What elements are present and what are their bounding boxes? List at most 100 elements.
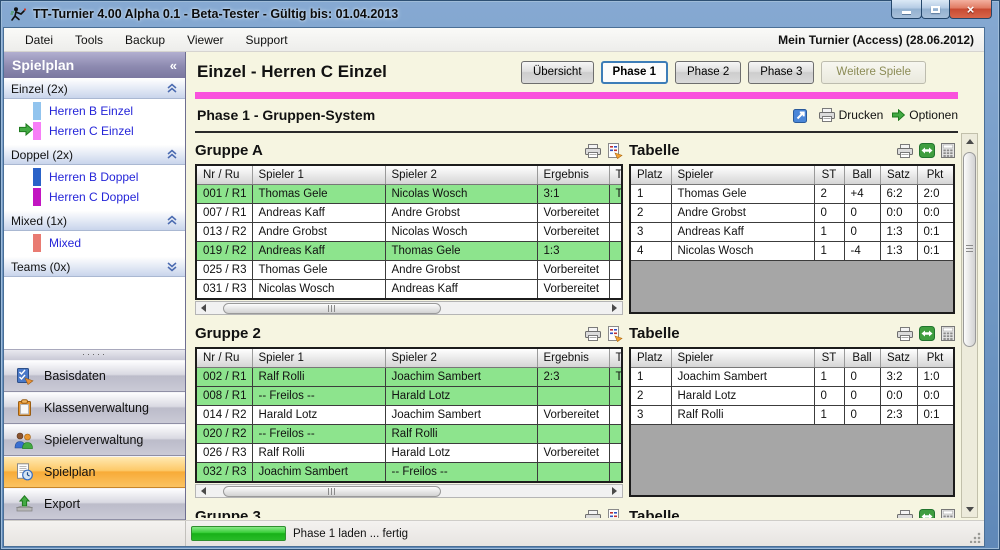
- sidebar-splitter[interactable]: ·····: [4, 349, 185, 360]
- sidebar-item-herren-b-doppel[interactable]: Herren B Doppel: [4, 167, 185, 187]
- match-cell: Thomas Gele: [385, 241, 537, 260]
- standings-row[interactable]: 4Nicolas Wosch1-41:30:1: [631, 241, 953, 260]
- options-button[interactable]: Optionen: [892, 108, 958, 122]
- calculator-icon[interactable]: [941, 509, 955, 518]
- standings-row[interactable]: 1Thomas Gele2+46:22:0: [631, 184, 953, 203]
- swap-icon[interactable]: [919, 326, 935, 341]
- column-header: Ball: [844, 166, 880, 184]
- standings-table: PlatzSpielerSTBallSatzPkt1Joachim Samber…: [631, 349, 954, 425]
- menu-item-backup[interactable]: Backup: [114, 30, 176, 50]
- scroll-right-icon[interactable]: [607, 302, 622, 314]
- match-row[interactable]: 014 / R2Harald LotzJoachim SambertVorber…: [197, 405, 623, 424]
- sidebar-section-doppel[interactable]: Doppel (2x): [4, 144, 185, 165]
- menu-item-viewer[interactable]: Viewer: [176, 30, 234, 50]
- match-row[interactable]: 013 / R2Andre GrobstNicolas WoschVorbere…: [197, 222, 623, 241]
- nav-button-basisdaten[interactable]: Basisdaten: [4, 360, 185, 392]
- horizontal-scrollbar[interactable]: [195, 484, 623, 498]
- swap-icon[interactable]: [919, 143, 935, 158]
- nav-button-klassenverwaltung[interactable]: Klassenverwaltung: [4, 392, 185, 424]
- sidebar-collapse-icon[interactable]: «: [170, 58, 177, 73]
- match-row[interactable]: 032 / R3Joachim Sambert-- Freilos --: [197, 462, 623, 481]
- nav-button-spielerverwaltung[interactable]: Spielerverwaltung: [4, 424, 185, 456]
- chevron-double-up-icon[interactable]: [166, 83, 178, 94]
- match-cell: Vorbereitet: [537, 279, 609, 298]
- minimize-button[interactable]: [891, 0, 922, 19]
- sidebar-section-teams[interactable]: Teams (0x): [4, 256, 185, 277]
- sidebar-item-mixed[interactable]: Mixed: [4, 233, 185, 253]
- print-button[interactable]: Drucken: [819, 108, 884, 122]
- menu-item-datei[interactable]: Datei: [14, 30, 64, 50]
- printer-icon[interactable]: [585, 510, 601, 519]
- chevron-double-down-icon[interactable]: [166, 261, 178, 272]
- enter-result-icon[interactable]: [607, 143, 623, 159]
- vertical-scrollbar[interactable]: [961, 133, 978, 518]
- match-row[interactable]: 026 / R3Ralf RolliHarald LotzVorbereitet: [197, 443, 623, 462]
- sidebar-header: Spielplan «: [4, 52, 185, 78]
- match-row[interactable]: 020 / R2-- Freilos --Ralf Rolli: [197, 424, 623, 443]
- match-cell: [609, 424, 623, 443]
- calculator-icon[interactable]: [941, 143, 955, 158]
- standings-cell: 0: [844, 405, 880, 424]
- match-cell: Ti: [609, 367, 623, 386]
- menu-item-tools[interactable]: Tools: [64, 30, 114, 50]
- standings-row[interactable]: 3Ralf Rolli102:30:1: [631, 405, 953, 424]
- tab-phase-1[interactable]: Phase 1: [601, 61, 668, 84]
- horizontal-scroll-thumb[interactable]: [223, 303, 441, 314]
- match-row[interactable]: 019 / R2Andreas KaffThomas Gele1:3: [197, 241, 623, 260]
- tab-weitere-spiele[interactable]: Weitere Spiele: [821, 61, 926, 84]
- standings-row[interactable]: 3Andreas Kaff101:30:1: [631, 222, 953, 241]
- standings-row[interactable]: 1Joachim Sambert103:21:0: [631, 367, 953, 386]
- nav-button-export[interactable]: Export: [4, 488, 185, 520]
- printer-icon[interactable]: [897, 144, 913, 158]
- status-message: Phase 1 laden ... fertig: [293, 528, 408, 540]
- match-cell: 020 / R2: [197, 424, 252, 443]
- horizontal-scrollbar[interactable]: [195, 301, 623, 315]
- printer-icon[interactable]: [897, 510, 913, 519]
- match-row[interactable]: 002 / R1Ralf RolliJoachim Sambert2:3Ti: [197, 367, 623, 386]
- horizontal-scroll-thumb[interactable]: [223, 486, 441, 497]
- vertical-scroll-thumb[interactable]: [963, 152, 976, 347]
- standings-cell: Harald Lotz: [671, 386, 814, 405]
- menu-item-support[interactable]: Support: [235, 30, 299, 50]
- tab-phase-3[interactable]: Phase 3: [748, 61, 814, 84]
- chevron-double-up-icon[interactable]: [166, 149, 178, 160]
- sidebar-item-herren-c-einzel[interactable]: Herren C Einzel: [4, 121, 185, 141]
- printer-icon[interactable]: [585, 144, 601, 158]
- match-row[interactable]: 031 / R3Nicolas WoschAndreas KaffVorbere…: [197, 279, 623, 298]
- chevron-double-up-icon[interactable]: [166, 215, 178, 226]
- standings-row[interactable]: 2Harald Lotz000:00:0: [631, 386, 953, 405]
- export-icon: [14, 495, 34, 513]
- scroll-left-icon[interactable]: [196, 302, 211, 314]
- match-cell: Andre Grobst: [252, 222, 385, 241]
- match-row[interactable]: 008 / R1-- Freilos --Harald Lotz: [197, 386, 623, 405]
- match-row[interactable]: 007 / R1Andreas KaffAndre GrobstVorberei…: [197, 203, 623, 222]
- printer-icon[interactable]: [585, 327, 601, 341]
- match-row[interactable]: 025 / R3Thomas GeleAndre GrobstVorbereit…: [197, 260, 623, 279]
- sidebar-section-einzel[interactable]: Einzel (2x): [4, 78, 185, 99]
- calculator-icon[interactable]: [941, 326, 955, 341]
- standings-row[interactable]: 2Andre Grobst000:00:0: [631, 203, 953, 222]
- maximize-button[interactable]: [921, 0, 950, 19]
- scroll-left-icon[interactable]: [196, 485, 211, 497]
- titlebar[interactable]: TT-Turnier 4.00 Alpha 0.1 - Beta-Tester …: [0, 0, 1000, 28]
- sidebar-item-herren-c-doppel[interactable]: Herren C Doppel: [4, 187, 185, 207]
- enter-result-icon[interactable]: [607, 509, 623, 519]
- close-button[interactable]: ×: [949, 0, 992, 19]
- scroll-down-icon[interactable]: [962, 502, 977, 517]
- scroll-right-icon[interactable]: [607, 485, 622, 497]
- resize-grip[interactable]: [970, 532, 981, 543]
- edit-window-icon[interactable]: [793, 107, 810, 124]
- standings-block: TabellePlatzSpielerSTBallSatzPkt1Thomas …: [629, 137, 955, 315]
- sidebar-section-mixed[interactable]: Mixed (1x): [4, 210, 185, 231]
- clipboard-icon: [14, 399, 34, 417]
- enter-result-icon[interactable]: [607, 326, 623, 342]
- tab-phase-2[interactable]: Phase 2: [675, 61, 741, 84]
- sidebar-item-herren-b-einzel[interactable]: Herren B Einzel: [4, 101, 185, 121]
- nav-button-spielplan[interactable]: Spielplan: [4, 456, 185, 488]
- sidebar-item-label: Herren C Einzel: [49, 124, 134, 138]
- printer-icon[interactable]: [897, 327, 913, 341]
- match-row[interactable]: 001 / R1Thomas GeleNicolas Wosch3:1Ti: [197, 184, 623, 203]
- tab-übersicht[interactable]: Übersicht: [521, 61, 594, 84]
- scroll-up-icon[interactable]: [962, 134, 977, 149]
- swap-icon[interactable]: [919, 509, 935, 518]
